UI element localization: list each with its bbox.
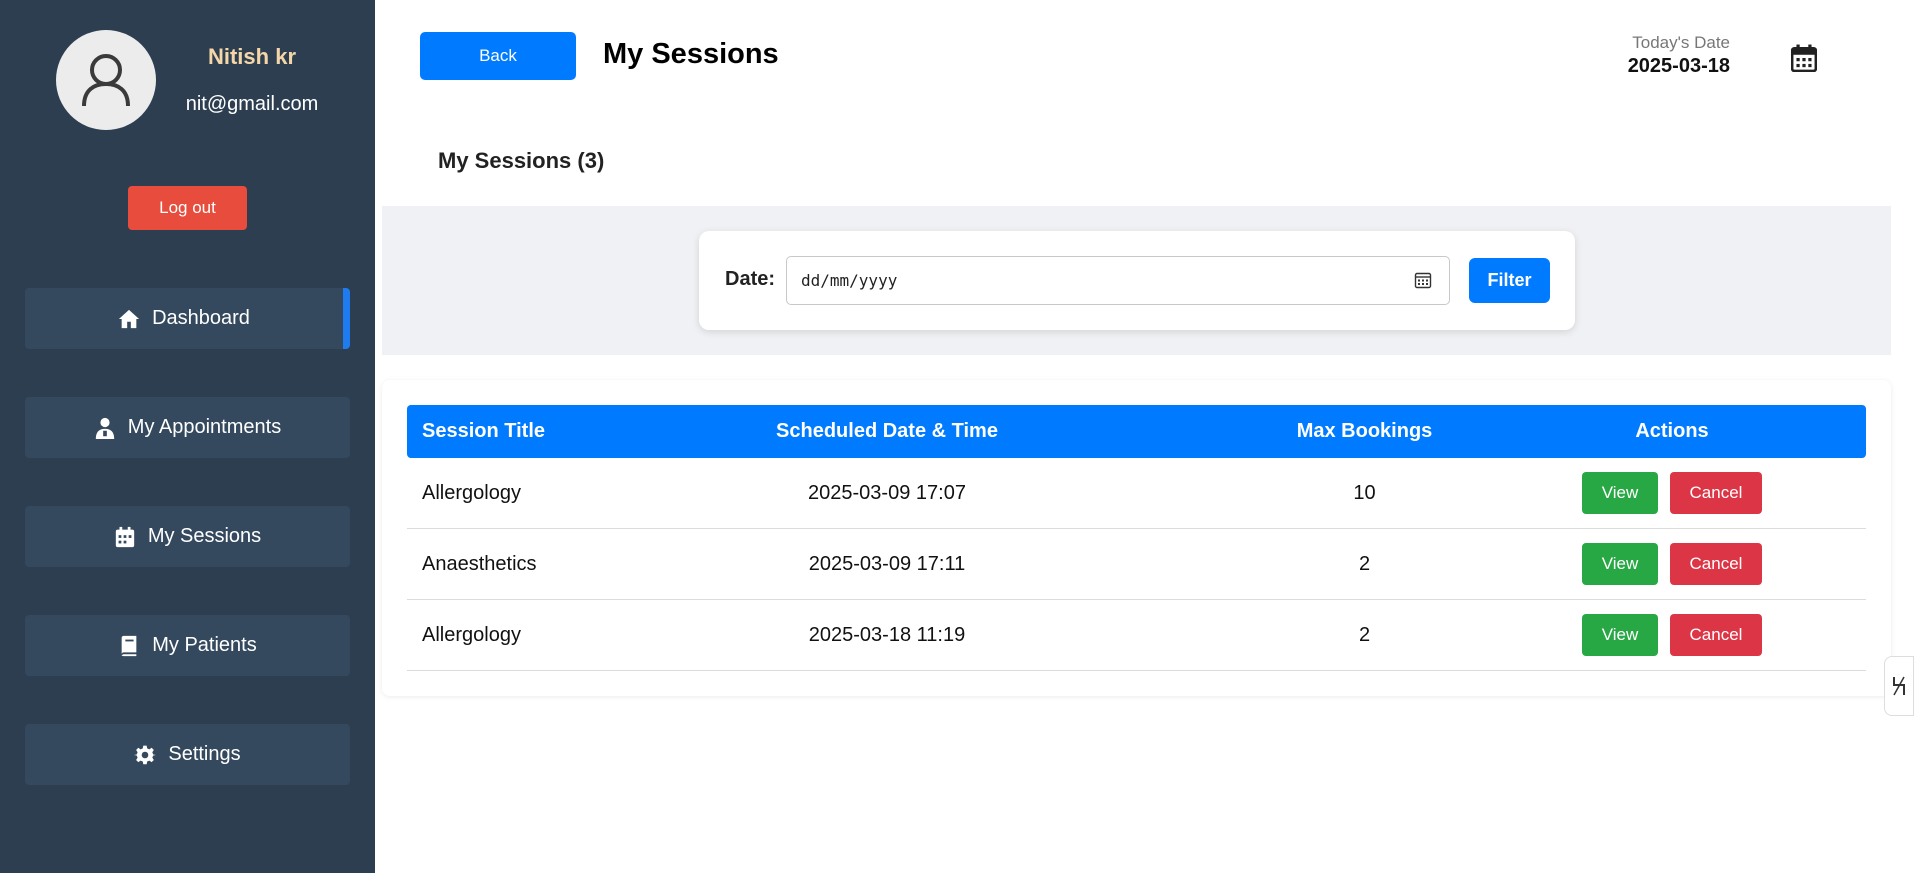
date-filter-input[interactable]: dd/mm/yyyy [786,256,1450,305]
table-row: Allergology 2025-03-18 11:19 2 View Canc… [407,600,1866,671]
view-button[interactable]: View [1582,472,1658,514]
date-filter-label: Date: [725,268,776,290]
side-panel-toggle[interactable] [1884,656,1914,716]
calendar-button[interactable] [1780,34,1828,82]
back-button[interactable]: Back [420,32,576,80]
calendar-icon [1791,44,1817,72]
user-email: nit@gmail.com [185,93,319,115]
avatar [56,30,156,130]
home-icon [118,309,140,328]
book-icon [121,635,137,656]
session-max-bookings: 10 [1353,481,1376,504]
sidebar-item-settings[interactable]: Settings [25,724,350,785]
logout-button[interactable]: Log out [128,186,247,230]
session-datetime: 2025-03-09 17:11 [808,552,966,575]
table-header: Session Title Scheduled Date & Time Max … [407,405,1866,458]
column-header-datetime: Scheduled Date & Time [776,420,998,442]
sidebar-item-sessions[interactable]: My Sessions [25,506,350,567]
table-row: Allergology 2025-03-09 17:07 10 View Can… [407,458,1866,529]
sessions-count-heading: My Sessions (3) [438,148,605,173]
session-max-bookings: 2 [1358,552,1371,575]
column-header-max-bookings: Max Bookings [1296,420,1433,442]
today-date-value: 2025-03-18 [1627,55,1730,77]
session-datetime: 2025-03-18 11:19 [808,623,966,646]
session-title: Allergology [422,623,521,646]
session-title: Anaesthetics [422,552,537,575]
session-datetime: 2025-03-09 17:07 [808,481,966,504]
expand-icon [1893,676,1905,696]
cancel-button[interactable]: Cancel [1670,614,1762,656]
sidebar-item-label: My Sessions [147,525,262,547]
calendar-icon [115,526,134,547]
date-picker-icon[interactable] [1414,271,1432,289]
sidebar-item-label: My Patients [152,634,257,656]
page-title: My Sessions [603,38,779,70]
cancel-button[interactable]: Cancel [1670,472,1762,514]
sidebar-item-label: Settings [168,743,241,765]
today-date-label: Today's Date [1632,33,1730,52]
filter-button[interactable]: Filter [1469,258,1550,303]
sidebar-item-dashboard[interactable]: Dashboard [25,288,350,349]
user-icon [82,54,130,107]
table-row: Anaesthetics 2025-03-09 17:11 2 View Can… [407,529,1866,600]
session-title: Allergology [422,481,521,504]
cancel-button[interactable]: Cancel [1670,543,1762,585]
view-button[interactable]: View [1582,614,1658,656]
session-max-bookings: 2 [1358,623,1371,646]
sidebar-item-label: Dashboard [152,307,250,329]
column-header-actions: Actions [1635,420,1709,442]
sidebar-item-patients[interactable]: My Patients [25,615,350,676]
sidebar-item-appointments[interactable]: My Appointments [25,397,350,458]
gear-icon [134,745,157,764]
doctor-icon [95,417,114,439]
sidebar-item-label: My Appointments [127,416,282,438]
column-header-title: Session Title [422,420,546,442]
sidebar: Nitish kr nit@gmail.com Log out Dashboar… [0,0,375,873]
view-button[interactable]: View [1582,543,1658,585]
user-name: Nitish kr [207,44,297,69]
